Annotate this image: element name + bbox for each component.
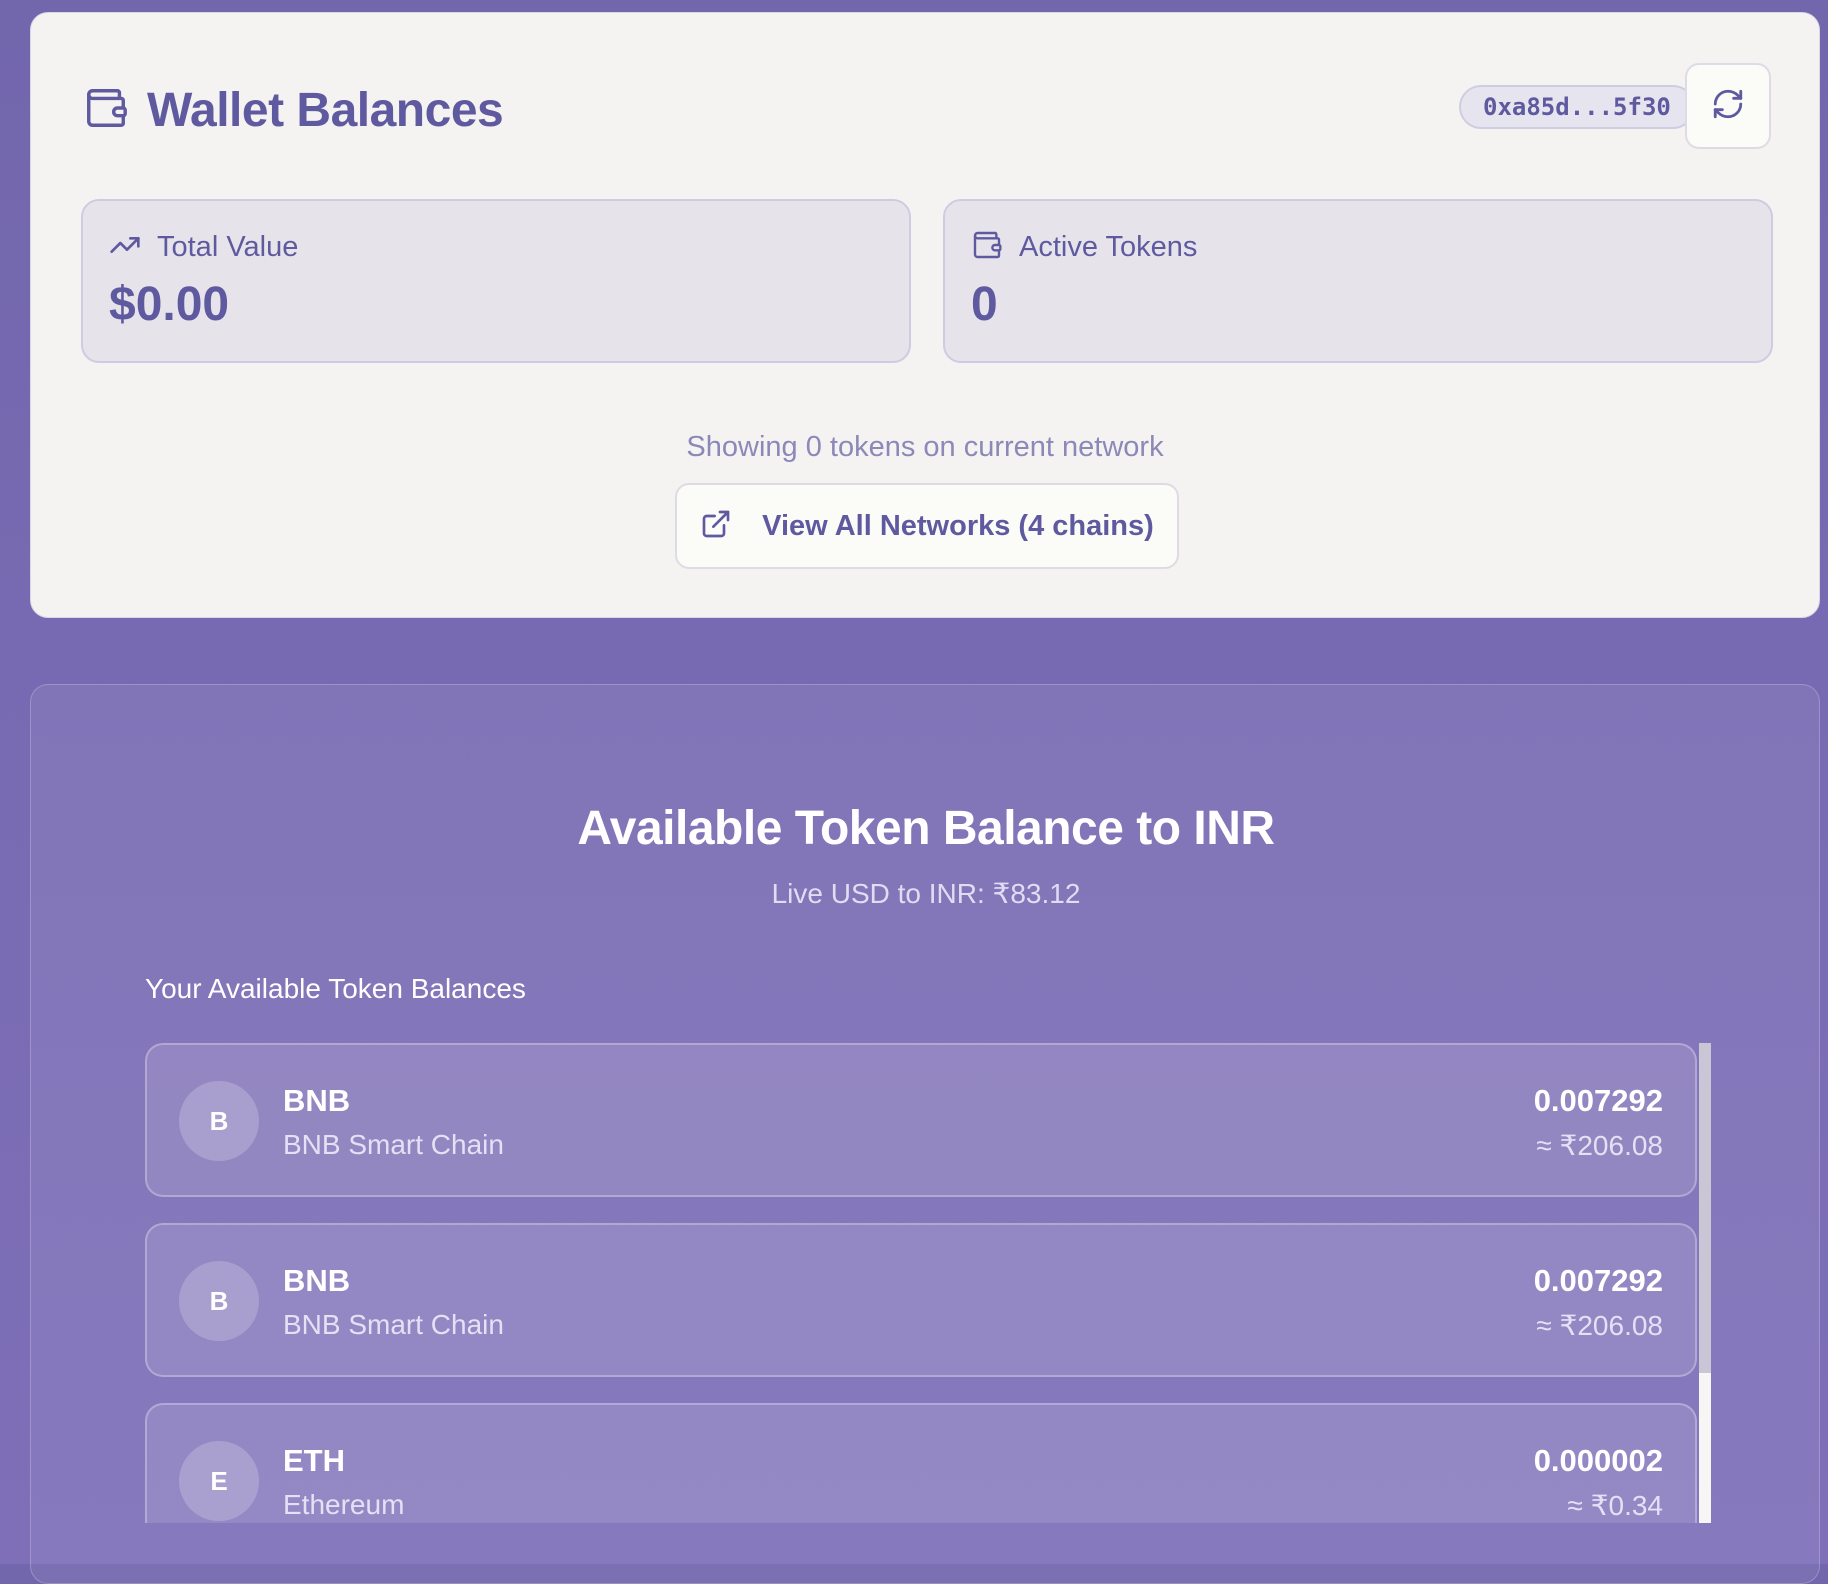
external-link-icon (700, 508, 732, 545)
view-all-networks-label: View All Networks (4 chains) (762, 509, 1154, 542)
token-list-item[interactable]: B BNB BNB Smart Chain 0.007292 ≈ ₹206.08 (145, 1043, 1697, 1197)
total-value-label: Total Value (157, 231, 299, 263)
token-inr-value: ≈ ₹206.08 (1536, 1130, 1663, 1161)
active-tokens-label: Active Tokens (1019, 231, 1198, 263)
conversion-title: Available Token Balance to INR (577, 802, 1275, 855)
showing-tokens-text: Showing 0 tokens on current network (686, 431, 1164, 463)
token-inr-value: ≈ ₹0.34 (1567, 1490, 1663, 1521)
token-list-item[interactable]: E ETH Ethereum 0.000002 ≈ ₹0.34 (145, 1403, 1697, 1523)
token-network: BNB Smart Chain (283, 1309, 504, 1340)
wallet-balances-card: Wallet Balances 0xa85d...5f30 Total Valu… (30, 12, 1820, 618)
view-all-networks-button[interactable]: View All Networks (4 chains) (675, 483, 1179, 569)
token-inr-value: ≈ ₹206.08 (1536, 1310, 1663, 1341)
active-tokens-card: Active Tokens 0 (943, 199, 1773, 363)
exchange-rate-text: Live USD to INR: ₹83.12 (771, 878, 1081, 909)
wallet-icon (83, 85, 129, 136)
inr-conversion-card: Available Token Balance to INR Live USD … (30, 684, 1820, 1584)
refresh-icon (1711, 87, 1745, 126)
page-title: Wallet Balances (147, 84, 504, 137)
token-network: Ethereum (283, 1489, 405, 1520)
wallet-icon (971, 229, 1003, 266)
trending-up-icon (109, 229, 141, 266)
token-amount: 0.000002 (1533, 1443, 1663, 1478)
wallet-header: Wallet Balances (83, 83, 504, 138)
token-list-item[interactable]: B BNB BNB Smart Chain 0.007292 ≈ ₹206.08 (145, 1223, 1697, 1377)
token-symbol: BNB (283, 1083, 351, 1118)
token-list-scrollbar-thumb[interactable] (1699, 1043, 1711, 1373)
active-tokens-count: 0 (971, 278, 998, 331)
token-balance-list[interactable]: B BNB BNB Smart Chain 0.007292 ≈ ₹206.08… (145, 1043, 1711, 1523)
token-avatar: B (179, 1081, 259, 1161)
token-avatar: B (179, 1261, 259, 1341)
token-symbol: BNB (283, 1263, 351, 1298)
balances-section-label: Your Available Token Balances (145, 973, 526, 1004)
total-value: $0.00 (109, 278, 230, 331)
refresh-button[interactable] (1685, 63, 1771, 149)
token-amount: 0.007292 (1533, 1263, 1663, 1298)
token-symbol: ETH (283, 1443, 345, 1478)
total-value-card: Total Value $0.00 (81, 199, 911, 363)
token-avatar: E (179, 1441, 259, 1521)
token-amount: 0.007292 (1533, 1083, 1663, 1118)
wallet-address-badge[interactable]: 0xa85d...5f30 (1459, 85, 1695, 129)
token-network: BNB Smart Chain (283, 1129, 504, 1160)
